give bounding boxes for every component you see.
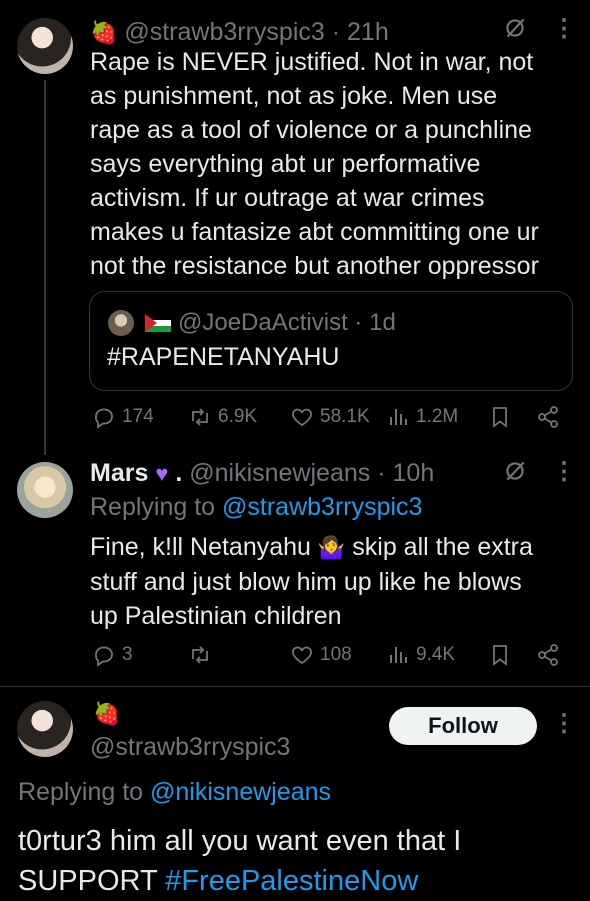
quoted-avatar bbox=[108, 310, 134, 336]
tweet-2-text-part: Fine, k!ll Netanyahu bbox=[90, 533, 311, 561]
like-count: 108 bbox=[320, 644, 352, 665]
tweet-3-text-part: SUPPORT bbox=[18, 865, 158, 897]
tweet-1-line: not the resistance but another oppressor bbox=[90, 252, 539, 280]
replying-to-link[interactable]: @nikisnewjeans bbox=[150, 778, 331, 806]
replying-prefix: Replying to bbox=[18, 778, 144, 806]
repost-button[interactable]: 6.9K bbox=[188, 405, 257, 429]
thread-line bbox=[44, 80, 46, 455]
tweet-3-line: t0rtur3 him all you want even that I bbox=[18, 825, 462, 857]
strawberry-emoji: 🍓 bbox=[90, 20, 118, 46]
quoted-handle: @JoeDaActivist bbox=[178, 309, 348, 336]
tweet-3-line: SUPPORT #FreePalestineNow bbox=[18, 861, 578, 901]
tweet-1-line: rape as a tool of violence or a punchlin… bbox=[90, 116, 532, 144]
tweet-2-header: Mars ♥ . @nikisnewjeans · 10h bbox=[90, 458, 434, 489]
tweet-2-line: up Palestinian children bbox=[90, 602, 342, 631]
purple-heart-emoji: ♥ bbox=[155, 461, 169, 487]
more-icon[interactable]: ⋮ bbox=[552, 457, 576, 486]
reply-count: 3 bbox=[122, 644, 133, 665]
tweet-1-line: makes u fantasize abt committing one ur bbox=[90, 218, 539, 246]
share-icon bbox=[538, 644, 558, 666]
repost-icon bbox=[192, 646, 208, 664]
repost-icon bbox=[192, 408, 208, 426]
tweet-1-line: activism. If ur outrage at war crimes bbox=[90, 184, 485, 212]
tweet-1-header: 🍓 @strawb3rryspic3 · 21h bbox=[90, 17, 389, 48]
more-icon[interactable]: ⋮ bbox=[552, 14, 576, 43]
views-button[interactable]: 9.4K bbox=[386, 643, 455, 667]
share-icon bbox=[538, 406, 558, 428]
follow-button[interactable]: Follow bbox=[389, 707, 537, 745]
tweet-2: Mars ♥ . @nikisnewjeans · 10h ⋮ Replying… bbox=[0, 450, 590, 690]
like-icon bbox=[292, 646, 312, 665]
views-icon bbox=[390, 409, 407, 425]
repost-button[interactable] bbox=[188, 643, 212, 667]
avatar-mars[interactable] bbox=[17, 462, 73, 518]
bookmark-button[interactable] bbox=[488, 405, 512, 429]
view-count: 1.2M bbox=[416, 406, 459, 427]
tweet-2-replying: Replying to @strawb3rryspic3 bbox=[90, 490, 422, 524]
reply-button[interactable]: 174 bbox=[92, 405, 154, 429]
tweet-1-line: says everything abt ur performative bbox=[90, 150, 481, 178]
tweet-1-time[interactable]: 21h bbox=[347, 18, 389, 46]
tweet-2-text-part: skip all the extra bbox=[352, 533, 533, 561]
bookmark-icon bbox=[493, 645, 507, 666]
like-count: 58.1K bbox=[320, 406, 370, 427]
tweet-1: 🍓 @strawb3rryspic3 · 21h ⋮ Rape is NEVER… bbox=[0, 0, 590, 455]
separator: · bbox=[377, 459, 386, 487]
quoted-text: #RAPENETANYAHU bbox=[107, 343, 340, 371]
person-shrugging-emoji: 🤷‍♀️ bbox=[317, 535, 346, 561]
view-count: 9.4K bbox=[416, 644, 456, 665]
share-button[interactable] bbox=[536, 405, 560, 429]
reply-icon bbox=[95, 646, 113, 667]
tweet-3-text: t0rtur3 him all you want even that I SUP… bbox=[18, 821, 578, 901]
tweet-2-line: stuff and just blow him up like he blows bbox=[90, 568, 522, 597]
views-icon bbox=[390, 647, 407, 663]
reply-button[interactable]: 3 bbox=[92, 643, 133, 667]
replying-prefix: Replying to bbox=[90, 493, 216, 521]
tweet-2-name[interactable]: Mars bbox=[90, 459, 148, 487]
separator: · bbox=[354, 309, 363, 336]
tweet-1-handle[interactable]: @strawb3rryspic3 bbox=[124, 18, 324, 46]
reply-icon bbox=[95, 408, 113, 429]
grok-icon[interactable] bbox=[502, 15, 528, 47]
like-button[interactable]: 108 bbox=[290, 643, 352, 667]
tweet-3: 🍓 @strawb3rryspic3 Follow ⋮ Replying to … bbox=[0, 687, 590, 900]
tweet-2-text: Fine, k!ll Netanyahu 🤷‍♀️ skip all the e… bbox=[90, 530, 580, 633]
quoted-tweet[interactable]: @JoeDaActivist · 1d #RAPENETANYAHU bbox=[89, 291, 573, 391]
tweet-1-line: as punishment, not as joke. Men use bbox=[90, 82, 498, 110]
separator: · bbox=[331, 18, 341, 46]
share-button[interactable] bbox=[536, 643, 560, 667]
more-icon[interactable]: ⋮ bbox=[552, 709, 576, 738]
strawberry-emoji: 🍓 bbox=[93, 701, 121, 726]
quoted-time: 1d bbox=[369, 309, 396, 336]
tweet-1-line: Rape is NEVER justified. Not in war, not bbox=[90, 48, 534, 76]
name-dot: . bbox=[175, 459, 183, 487]
tweet-3-handle[interactable]: @strawb3rryspic3 bbox=[90, 730, 290, 764]
bookmark-icon bbox=[493, 407, 507, 428]
reply-count: 174 bbox=[122, 406, 154, 427]
bookmark-button[interactable] bbox=[488, 643, 512, 667]
like-icon bbox=[292, 408, 312, 427]
hashtag-link[interactable]: #FreePalestineNow bbox=[165, 865, 418, 897]
tweet-1-text: Rape is NEVER justified. Not in war, not… bbox=[90, 45, 580, 283]
like-button[interactable]: 58.1K bbox=[290, 405, 370, 429]
tweet-2-time[interactable]: 10h bbox=[393, 459, 435, 487]
repost-count: 6.9K bbox=[218, 406, 258, 427]
tweet-3-replying: Replying to @nikisnewjeans bbox=[18, 775, 331, 809]
tweet-2-line: Fine, k!ll Netanyahu 🤷‍♀️ skip all the e… bbox=[90, 530, 580, 565]
palestine-flag bbox=[145, 314, 171, 332]
replying-to-link[interactable]: @strawb3rryspic3 bbox=[222, 493, 422, 521]
quoted-header: @JoeDaActivist · 1d bbox=[178, 308, 396, 338]
views-button[interactable]: 1.2M bbox=[386, 405, 458, 429]
grok-icon[interactable] bbox=[502, 458, 528, 490]
tweet-2-handle[interactable]: @nikisnewjeans bbox=[189, 459, 370, 487]
avatar-strawb3rryspic3[interactable] bbox=[17, 701, 73, 757]
avatar-strawb3rryspic3[interactable] bbox=[17, 18, 73, 74]
